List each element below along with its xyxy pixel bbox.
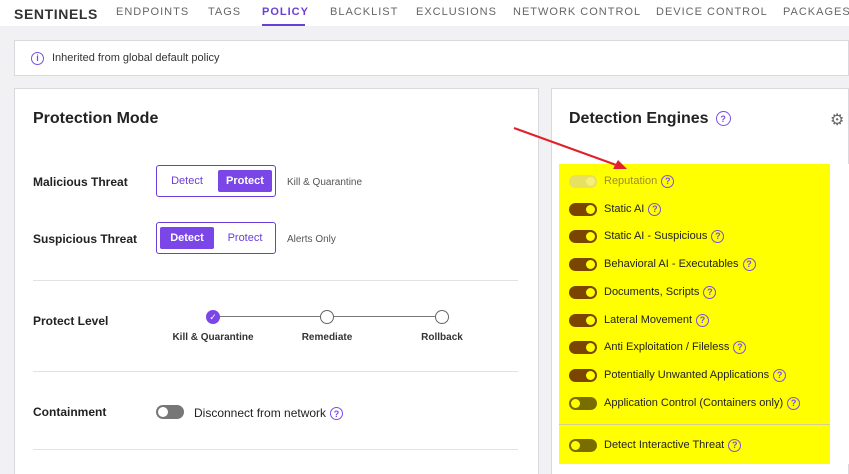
help-icon[interactable]: ? <box>648 202 662 216</box>
help-icon[interactable]: ? <box>787 396 801 410</box>
info-icon: i <box>31 51 44 65</box>
help-icon[interactable]: ? <box>661 174 675 188</box>
help-icon[interactable]: ? <box>696 313 710 327</box>
engine-label: Documents, Scripts <box>604 286 700 298</box>
divider <box>559 424 830 425</box>
suspicious-protect-button[interactable]: Protect <box>218 227 272 249</box>
suspicious-threat-label: Suspicious Threat <box>33 232 138 246</box>
suspicious-threat-toggle: Detect Protect <box>156 222 276 254</box>
tab-exclusions[interactable]: EXCLUSIONS <box>416 6 497 18</box>
lateral-movement-toggle[interactable] <box>569 313 597 327</box>
stop-kill-quarantine[interactable]: ✓ <box>206 310 220 324</box>
help-icon[interactable]: ? <box>733 340 747 354</box>
suspicious-detect-button[interactable]: Detect <box>160 227 214 249</box>
protect-level-label: Protect Level <box>33 314 109 328</box>
help-icon[interactable]: ? <box>773 368 787 382</box>
engine-anti-exploitation: Anti Exploitation / Fileless? <box>569 339 747 355</box>
malicious-detect-button[interactable]: Detect <box>160 170 214 192</box>
engine-pua: Potentially Unwanted Applications? <box>569 367 787 383</box>
engine-label: Lateral Movement <box>604 314 693 326</box>
engine-label: Detect Interactive Threat <box>604 439 725 451</box>
tab-policy[interactable]: POLICY <box>262 6 309 18</box>
malicious-protect-button[interactable]: Protect <box>218 170 272 192</box>
static-ai-toggle[interactable] <box>569 202 597 216</box>
malicious-threat-label: Malicious Threat <box>33 175 128 189</box>
inherited-banner: i Inherited from global default policy <box>14 40 849 76</box>
stop-rollback[interactable] <box>435 310 449 324</box>
engine-detect-interactive-threat: Detect Interactive Threat? <box>569 437 742 453</box>
help-icon[interactable]: ? <box>703 285 717 299</box>
stop-label-kill-quarantine: Kill & Quarantine <box>172 332 254 343</box>
behavioral-ai-toggle[interactable] <box>569 257 597 271</box>
gear-icon[interactable]: ⚙ <box>830 110 844 130</box>
help-icon[interactable]: ? <box>715 111 731 127</box>
tab-tags[interactable]: TAGS <box>208 6 241 18</box>
suspicious-threat-note: Alerts Only <box>287 234 336 245</box>
panel-edge <box>830 164 849 464</box>
engine-label: Potentially Unwanted Applications <box>604 369 770 381</box>
engine-static-ai-suspicious: Static AI - Suspicious? <box>569 228 725 244</box>
engine-static-ai: Static AI? <box>569 201 662 217</box>
banner-text: Inherited from global default policy <box>52 52 220 64</box>
brand-title: SENTINELS <box>14 6 98 22</box>
tab-device-control[interactable]: DEVICE CONTROL <box>656 6 768 18</box>
stop-label-remediate: Remediate <box>301 332 353 343</box>
engine-reputation: Reputation? <box>569 173 675 189</box>
reputation-toggle[interactable] <box>569 174 597 188</box>
stop-label-rollback: Rollback <box>421 332 463 343</box>
engine-application-control: Application Control (Containers only)? <box>569 395 801 411</box>
malicious-threat-toggle: Detect Protect <box>156 165 276 197</box>
help-icon[interactable]: ? <box>330 407 344 421</box>
protection-mode-title: Protection Mode <box>33 110 159 127</box>
pua-toggle[interactable] <box>569 368 597 382</box>
divider <box>33 449 518 450</box>
divider <box>33 280 518 281</box>
help-icon[interactable]: ? <box>728 438 742 452</box>
tab-blacklist[interactable]: BLACKLIST <box>330 6 398 18</box>
engine-label: Application Control (Containers only) <box>604 397 784 409</box>
engine-label: Reputation <box>604 175 658 187</box>
detect-interactive-threat-toggle[interactable] <box>569 438 597 452</box>
top-nav: SENTINELS ENDPOINTS TAGS POLICY BLACKLIS… <box>0 0 849 26</box>
documents-scripts-toggle[interactable] <box>569 285 597 299</box>
engine-lateral-movement: Lateral Movement? <box>569 312 710 328</box>
help-icon[interactable]: ? <box>742 257 756 271</box>
tab-endpoints[interactable]: ENDPOINTS <box>116 6 189 18</box>
engine-documents-scripts: Documents, Scripts? <box>569 284 717 300</box>
engine-behavioral-ai: Behavioral AI - Executables? <box>569 256 756 272</box>
malicious-threat-note: Kill & Quarantine <box>287 177 363 188</box>
help-icon[interactable]: ? <box>711 229 725 243</box>
tab-network-control[interactable]: NETWORK CONTROL <box>513 6 641 18</box>
detection-engines-title: Detection Engines? <box>569 110 731 128</box>
engine-label: Static AI - Suspicious <box>604 230 708 242</box>
application-control-toggle[interactable] <box>569 396 597 410</box>
static-ai-suspicious-toggle[interactable] <box>569 229 597 243</box>
containment-toggle[interactable] <box>156 405 184 419</box>
engine-label: Behavioral AI - Executables <box>604 258 739 270</box>
stop-remediate[interactable] <box>320 310 334 324</box>
engine-label: Static AI <box>604 203 645 215</box>
anti-exploitation-toggle[interactable] <box>569 340 597 354</box>
containment-toggle-label: Disconnect from network? <box>194 406 344 421</box>
tab-packages[interactable]: PACKAGES <box>783 6 849 18</box>
divider <box>33 371 518 372</box>
containment-label: Containment <box>33 405 107 419</box>
active-tab-underline <box>262 24 305 26</box>
engine-label: Anti Exploitation / Fileless <box>604 341 730 353</box>
